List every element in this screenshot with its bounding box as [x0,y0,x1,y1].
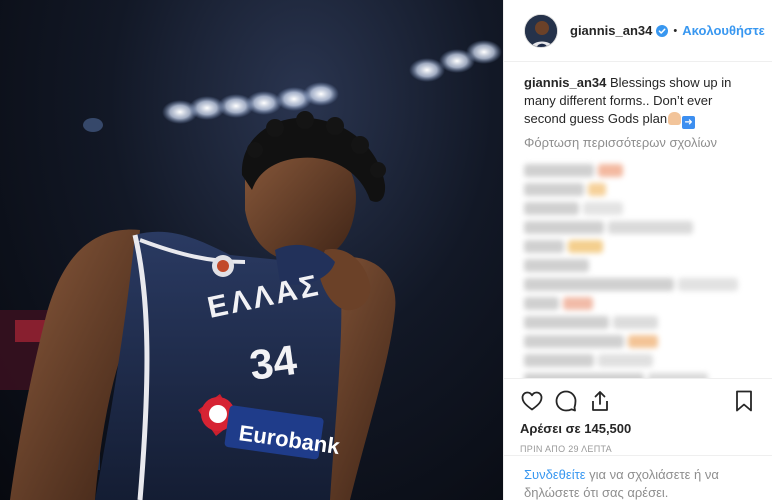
bookmark-icon[interactable] [732,389,756,413]
header-username[interactable]: giannis_an34 [570,23,652,38]
post-actions: Αρέσει σε 145,500 ΠΡΙΝ ΑΠΟ 29 ΛΕΠΤΑ Συνδ… [504,378,772,500]
post-photo[interactable]: ΕΛΛΑΣ 34 Eurobank [0,0,503,500]
caption-username[interactable]: giannis_an34 [524,75,606,90]
folded-hands-emoji-icon [668,112,682,125]
jersey-number: 34 [247,336,300,389]
post-header: giannis_an34 • Ακολουθήστε [504,0,772,62]
login-prompt: Συνδεθείτε για να σχολιάσετε ή να δηλώσε… [504,455,772,500]
likes-count[interactable]: Αρέσει σε 145,500 [520,421,756,436]
arena-lights [83,40,502,132]
share-upload-icon[interactable] [588,389,612,413]
heart-outline-icon[interactable] [520,389,544,413]
basketball-player-photo: ΕΛΛΑΣ 34 Eurobank [0,40,502,500]
action-icons [520,379,756,423]
verified-badge-icon [656,24,669,37]
header-separator: • [673,24,678,37]
avatar[interactable] [524,13,558,48]
login-link[interactable]: Συνδεθείτε [524,467,586,482]
speech-bubble-icon[interactable] [554,389,578,413]
load-more-comments-link[interactable]: Φόρτωση περισσότερων σχολίων [524,135,752,150]
blurred-comments [524,164,752,378]
comments-section: giannis_an34 Blessings show up in many d… [504,62,772,378]
caption: giannis_an34 Blessings show up in many d… [524,74,752,129]
follow-button[interactable]: Ακολουθήστε [682,23,765,38]
post-timestamp[interactable]: ΠΡΙΝ ΑΠΟ 29 ΛΕΠΤΑ [520,444,756,454]
right-arrow-emoji-icon: ➜ [682,116,696,129]
post-side-panel: giannis_an34 • Ακολουθήστε giannis_an34 … [503,0,772,500]
